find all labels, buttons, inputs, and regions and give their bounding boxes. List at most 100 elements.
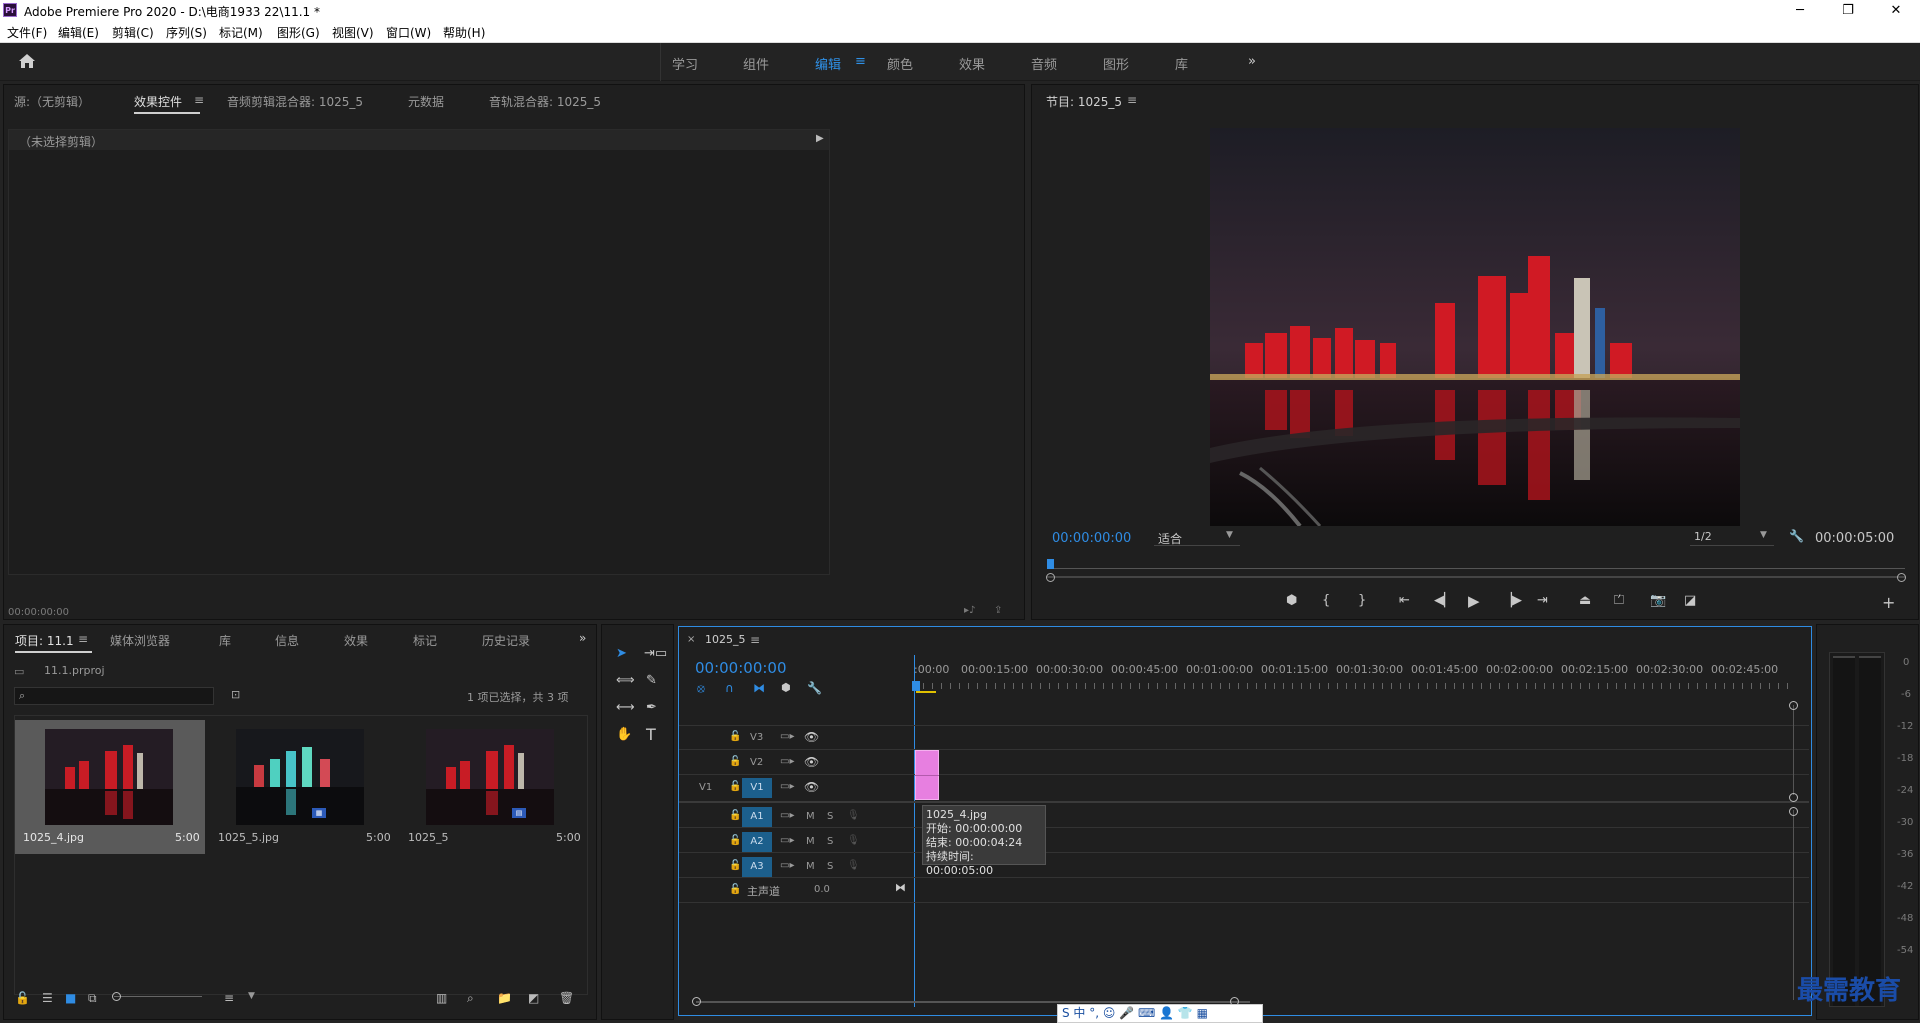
filter-audio-icon[interactable]: ▸♪ <box>964 605 975 616</box>
panel-overflow-icon[interactable]: » <box>579 631 586 645</box>
project-menu-icon[interactable]: ≡ <box>78 632 88 646</box>
zoom-handle-right[interactable] <box>1897 573 1906 582</box>
freeform-view-icon[interactable]: ⧉ <box>88 991 97 1006</box>
tab-markers[interactable]: 标记 <box>413 632 437 649</box>
go-to-out-icon[interactable]: ⇥ <box>1537 593 1548 608</box>
sync-lock-icon[interactable]: ▭▸ <box>780 781 794 792</box>
tab-history[interactable]: 历史记录 <box>482 632 530 649</box>
workspace-overflow-icon[interactable]: » <box>1248 54 1256 69</box>
track-label-v3[interactable]: V3 <box>750 732 763 743</box>
track-label-v2[interactable]: V2 <box>750 757 763 768</box>
eye-icon[interactable]: 👁 <box>804 780 819 794</box>
menu-file[interactable]: 文件(F) <box>7 24 47 41</box>
program-menu-icon[interactable]: ≡ <box>1127 93 1137 107</box>
workspace-editing[interactable]: 编辑 <box>815 54 841 73</box>
expand-arrow-icon[interactable]: ▶ <box>816 133 824 144</box>
project-item-1025-5-jpg[interactable]: ▦ 1025_5.jpg 5:00 <box>210 720 400 854</box>
project-item-1025-5-sequence[interactable]: ▤ 1025_5 5:00 <box>400 720 590 854</box>
scroll-handle[interactable] <box>1789 701 1798 710</box>
tab-audio-track-mixer[interactable]: 音轨混合器: 1025_5 <box>489 93 601 110</box>
tab-effects[interactable]: 效果 <box>344 632 368 649</box>
eye-icon[interactable]: 👁 <box>804 730 819 744</box>
sequence-menu-icon[interactable]: ≡ <box>750 633 760 647</box>
zoom-slider[interactable] <box>114 996 202 997</box>
audio-vertical-scrollbar[interactable] <box>1793 810 1794 1000</box>
extract-icon[interactable]: ⏍ <box>1614 593 1624 608</box>
restore-button[interactable]: ❐ <box>1828 1 1868 20</box>
export-icon[interactable]: ⇪ <box>994 605 1002 616</box>
lock-icon[interactable]: 🔓 <box>729 884 741 895</box>
playhead-marker[interactable] <box>1047 559 1054 569</box>
workspace-effects[interactable]: 效果 <box>959 54 985 73</box>
razor-tool-icon[interactable]: ✎ <box>646 673 657 688</box>
resolution-dropdown[interactable]: 1/2 ▼ <box>1690 528 1774 546</box>
tab-media-browser[interactable]: 媒体浏览器 <box>110 632 170 649</box>
workspace-learn[interactable]: 学习 <box>672 54 698 73</box>
add-marker-timeline-icon[interactable]: ⬢ <box>781 681 791 694</box>
lock-icon[interactable]: 🔓 <box>729 781 741 792</box>
tab-libraries[interactable]: 库 <box>219 632 231 649</box>
workspace-color[interactable]: 颜色 <box>887 54 913 73</box>
lock-icon[interactable]: 🔓 <box>729 731 741 742</box>
list-view-icon[interactable]: ☰ <box>42 991 53 1005</box>
microphone-icon[interactable]: 🎙 <box>847 835 860 846</box>
zoom-handle-left[interactable] <box>1046 573 1055 582</box>
type-tool-icon[interactable]: T <box>646 725 656 744</box>
eye-icon[interactable]: 👁 <box>804 755 819 769</box>
menu-edit[interactable]: 编辑(E) <box>58 24 99 41</box>
menu-marker[interactable]: 标记(M) <box>219 24 263 41</box>
export-frame-icon[interactable]: 📷 <box>1650 593 1666 608</box>
hand-tool-icon[interactable]: ✋ <box>616 727 632 742</box>
menu-view[interactable]: 视图(V) <box>332 24 374 41</box>
hscroll-handle-left[interactable] <box>692 997 701 1006</box>
track-select-tool-icon[interactable]: ⇥▭ <box>644 646 667 661</box>
master-mute-icon[interactable]: ⧓ <box>895 881 906 894</box>
track-label-a3[interactable]: A3 <box>742 857 772 877</box>
lock-icon[interactable]: 🔓 <box>729 860 741 871</box>
lock-icon[interactable]: 🔓 <box>729 756 741 767</box>
workspace-graphics[interactable]: 图形 <box>1103 54 1129 73</box>
track-label-a1[interactable]: A1 <box>742 807 772 827</box>
video-vertical-scrollbar[interactable] <box>1793 705 1794 795</box>
menu-help[interactable]: 帮助(H) <box>443 24 485 41</box>
mark-out-icon[interactable]: } <box>1358 593 1366 608</box>
menu-window[interactable]: 窗口(W) <box>386 24 431 41</box>
new-bin-icon[interactable]: 📁 <box>497 991 512 1005</box>
add-marker-icon[interactable]: ⬢ <box>1286 593 1297 608</box>
close-button[interactable]: ✕ <box>1876 1 1916 20</box>
mute-button[interactable]: M <box>806 811 815 822</box>
sync-lock-icon[interactable]: ▭▸ <box>780 731 794 742</box>
mute-button[interactable]: M <box>806 861 815 872</box>
microphone-icon[interactable]: 🎙 <box>847 860 860 871</box>
button-editor-plus-icon[interactable]: + <box>1882 593 1895 612</box>
linked-selection-icon[interactable]: ⧓ <box>753 681 765 695</box>
timeline-ruler[interactable]: :00:00 00:00:15:00 00:00:30:00 00:00:45:… <box>912 663 1794 693</box>
slip-tool-icon[interactable]: ⟷ <box>616 700 635 715</box>
zoom-slider-handle[interactable] <box>112 992 121 1001</box>
workspace-menu-icon[interactable]: ≡ <box>855 54 866 69</box>
scroll-handle[interactable] <box>1789 807 1798 816</box>
tab-audio-clip-mixer[interactable]: 音频剪辑混合器: 1025_5 <box>227 93 363 110</box>
menu-clip[interactable]: 剪辑(C) <box>112 24 154 41</box>
step-back-icon[interactable]: ◀▏ <box>1434 593 1454 608</box>
lift-icon[interactable]: ⏏ <box>1579 593 1591 608</box>
tab-effect-controls[interactable]: 效果控件 <box>134 93 201 114</box>
solo-button[interactable]: S <box>827 836 833 847</box>
play-icon[interactable]: ▶ <box>1468 592 1480 610</box>
minimize-button[interactable]: ─ <box>1780 1 1820 20</box>
sync-lock-icon[interactable]: ▭▸ <box>780 756 794 767</box>
comparison-view-icon[interactable]: ◪ <box>1684 593 1696 608</box>
timeline-timecode[interactable]: 00:00:00:00 <box>695 659 787 677</box>
scroll-handle[interactable] <box>1789 793 1798 802</box>
program-zoom-bar[interactable] <box>1047 576 1905 578</box>
home-icon[interactable] <box>18 53 36 69</box>
automate-to-sequence-icon[interactable]: ▥ <box>436 991 447 1005</box>
solo-button[interactable]: S <box>827 861 833 872</box>
menu-sequence[interactable]: 序列(S) <box>166 24 207 41</box>
sync-lock-icon[interactable]: ▭▸ <box>780 860 794 871</box>
new-search-bin-icon[interactable]: ⊡ <box>231 688 240 701</box>
icon-view-icon[interactable]: ■ <box>65 991 76 1005</box>
selection-tool-icon[interactable]: ➤ <box>616 646 627 661</box>
track-label-v1[interactable]: V1 <box>742 778 772 798</box>
ripple-edit-tool-icon[interactable]: ⟺ <box>616 673 635 688</box>
